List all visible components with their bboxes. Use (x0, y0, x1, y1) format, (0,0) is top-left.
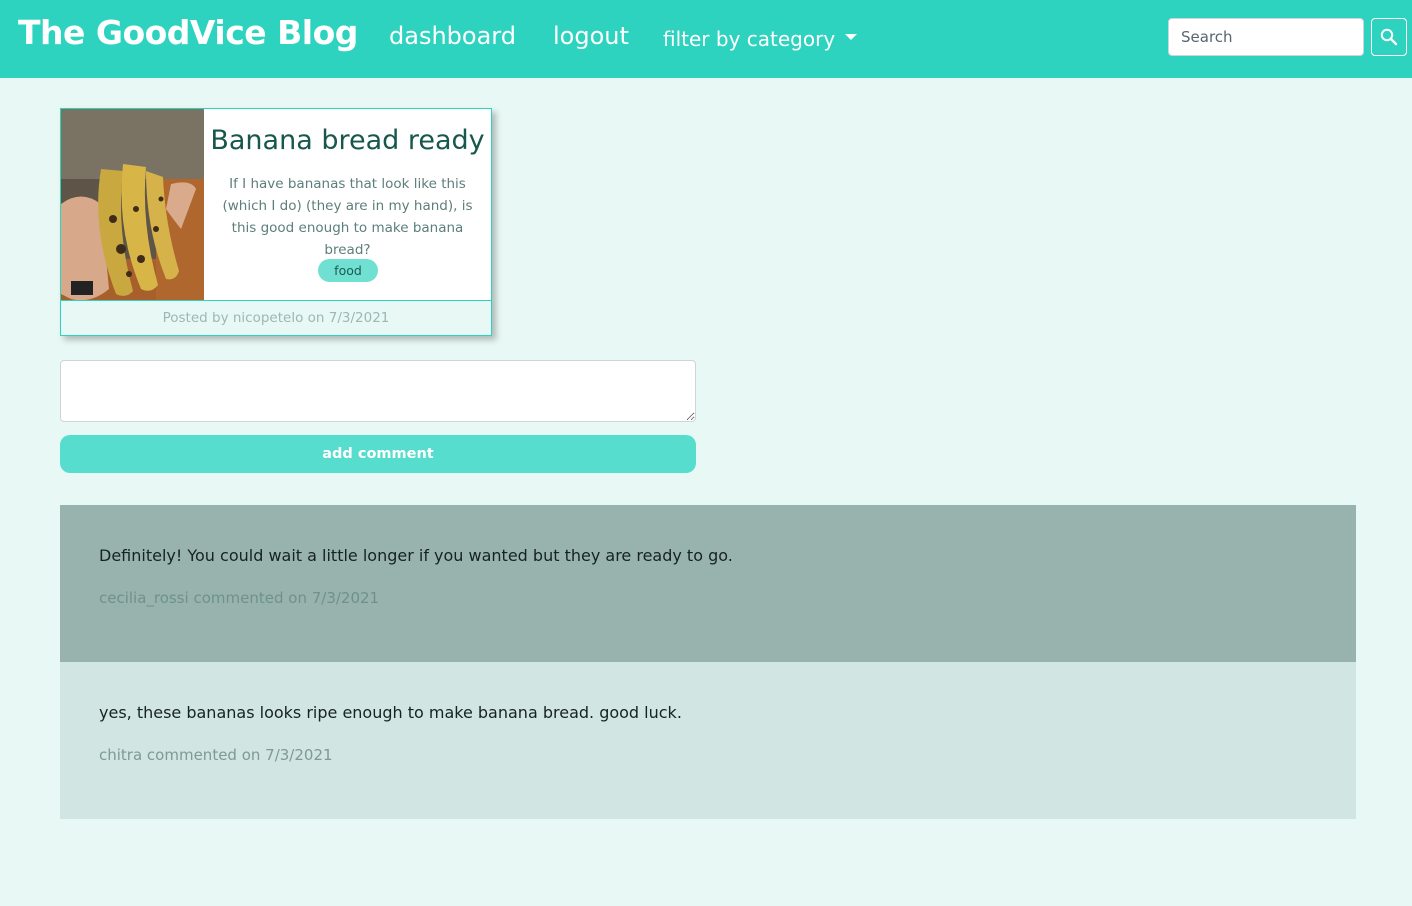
search-icon (1380, 28, 1398, 46)
chevron-down-icon (845, 34, 858, 40)
comment-meta: cecilia_rossi commented on 7/3/2021 (99, 589, 380, 607)
filter-category-dropdown[interactable]: filter by category (663, 27, 858, 51)
post-title[interactable]: Banana bread ready (204, 125, 491, 156)
comment-text: Definitely! You could wait a little long… (99, 546, 733, 565)
comment-item: Definitely! You could wait a little long… (60, 505, 1356, 662)
post-card: Banana bread ready If I have bananas tha… (60, 108, 492, 336)
comment-text: yes, these bananas looks ripe enough to … (99, 703, 682, 722)
nav-link-dashboard[interactable]: dashboard (389, 22, 516, 50)
filter-category-label: filter by category (663, 27, 836, 51)
search-input[interactable] (1168, 18, 1364, 56)
nav-link-logout[interactable]: logout (553, 22, 629, 50)
navbar: The GoodVice Blog dashboard logout filte… (0, 0, 1412, 78)
comment-item: yes, these bananas looks ripe enough to … (60, 662, 1356, 819)
brand-logo[interactable]: The GoodVice Blog (18, 13, 358, 52)
post-footer: Posted by nicopetelo on 7/3/2021 (61, 300, 491, 335)
post-body: If I have bananas that look like this (w… (222, 176, 473, 258)
bananas-photo (61, 109, 204, 300)
add-comment-button[interactable]: add comment (60, 435, 696, 473)
post-card-body: Banana bread ready If I have bananas tha… (204, 109, 491, 300)
comment-textarea[interactable] (60, 360, 696, 422)
category-badge[interactable]: food (318, 259, 378, 282)
comment-meta: chitra commented on 7/3/2021 (99, 746, 333, 764)
search-button[interactable] (1371, 18, 1407, 56)
